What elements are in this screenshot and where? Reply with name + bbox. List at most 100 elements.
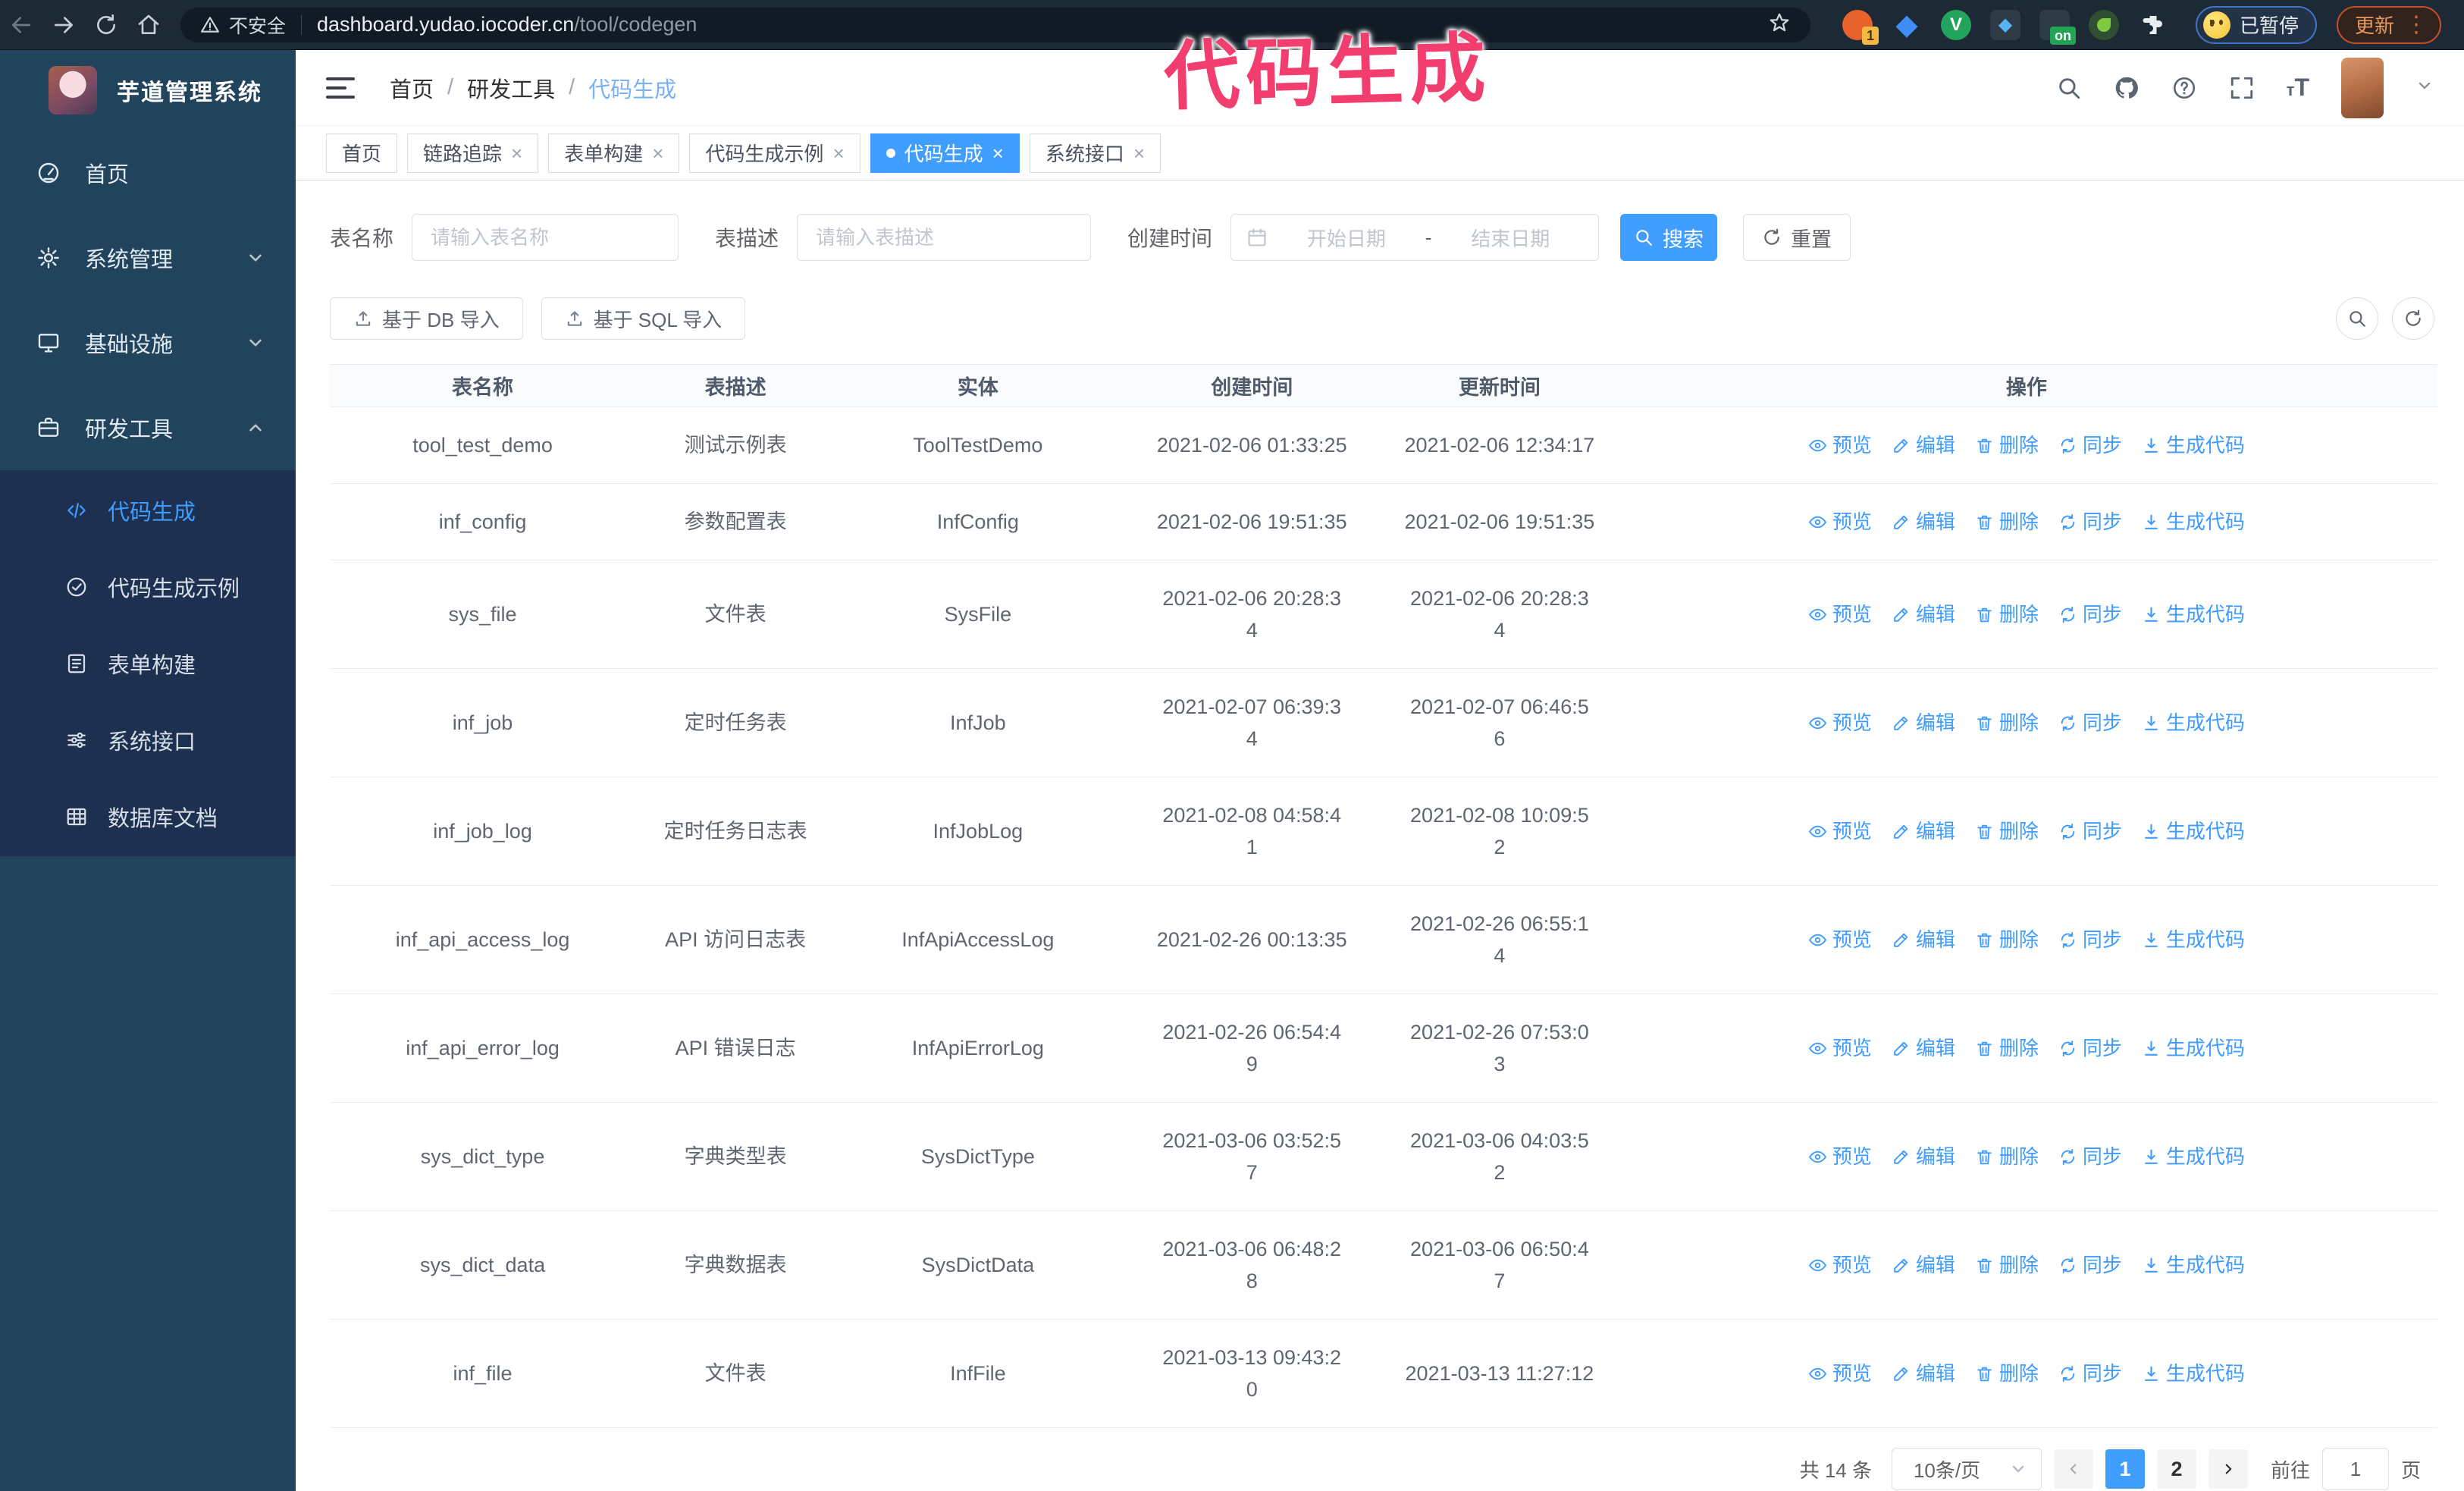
- extension-leaf-icon[interactable]: [2087, 8, 2121, 42]
- sidebar-item-system-management[interactable]: 系统管理: [0, 215, 296, 300]
- extension-orange-icon[interactable]: 1: [1841, 8, 1879, 45]
- goto-page-input[interactable]: [2321, 1448, 2389, 1490]
- close-icon[interactable]: ×: [832, 143, 844, 163]
- sidebar-item-form-builder[interactable]: 表单构建: [0, 625, 296, 702]
- sidebar-item-database-doc[interactable]: 数据库文档: [0, 778, 296, 855]
- table-name-input[interactable]: [412, 214, 679, 261]
- bookmark-star-icon[interactable]: [1768, 11, 1791, 38]
- breadcrumb-home[interactable]: 首页: [390, 72, 434, 104]
- generate-code-link[interactable]: 生成代码: [2142, 1141, 2245, 1172]
- tab-tracing[interactable]: 链路追踪 ×: [407, 133, 539, 173]
- sidebar-item-code-generation[interactable]: 代码生成: [0, 472, 296, 548]
- db-import-button[interactable]: 基于 DB 导入: [330, 297, 523, 340]
- search-icon[interactable]: [2056, 75, 2082, 101]
- browser-back-button[interactable]: [0, 4, 42, 46]
- delete-link[interactable]: 删除: [1975, 707, 2039, 739]
- sync-link[interactable]: 同步: [2058, 924, 2122, 956]
- browser-home-button[interactable]: [127, 4, 170, 46]
- preview-link[interactable]: 预览: [1808, 707, 1872, 739]
- preview-link[interactable]: 预览: [1808, 506, 1872, 538]
- start-date-placeholder[interactable]: 开始日期: [1274, 224, 1419, 252]
- edit-link[interactable]: 编辑: [1892, 429, 1955, 461]
- preview-link[interactable]: 预览: [1808, 1358, 1872, 1389]
- edit-link[interactable]: 编辑: [1892, 815, 1955, 847]
- delete-link[interactable]: 删除: [1975, 924, 2039, 956]
- extension-green-check-icon[interactable]: V: [1939, 8, 1973, 42]
- sync-link[interactable]: 同步: [2058, 1358, 2122, 1389]
- page-size-select[interactable]: 10条/页: [1891, 1448, 2042, 1490]
- tab-home[interactable]: 首页×: [326, 133, 398, 173]
- delete-link[interactable]: 删除: [1975, 815, 2039, 847]
- extension-gem-icon[interactable]: ◆: [1890, 8, 1923, 42]
- close-icon[interactable]: ×: [1133, 143, 1145, 163]
- generate-code-link[interactable]: 生成代码: [2142, 429, 2245, 461]
- delete-link[interactable]: 删除: [1975, 429, 2039, 461]
- fullscreen-icon[interactable]: [2229, 75, 2255, 101]
- generate-code-link[interactable]: 生成代码: [2142, 1032, 2245, 1064]
- refresh-table-button[interactable]: [2392, 297, 2434, 340]
- generate-code-link[interactable]: 生成代码: [2142, 707, 2245, 739]
- generate-code-link[interactable]: 生成代码: [2142, 506, 2245, 538]
- extension-grid-icon[interactable]: ◆: [1989, 8, 2022, 42]
- sidebar-item-system-api[interactable]: 系统接口: [0, 702, 296, 778]
- edit-link[interactable]: 编辑: [1892, 707, 1955, 739]
- reset-button[interactable]: 重置: [1743, 214, 1851, 261]
- sync-link[interactable]: 同步: [2058, 429, 2122, 461]
- text-size-icon[interactable]: тT: [2287, 74, 2309, 102]
- end-date-placeholder[interactable]: 结束日期: [1437, 224, 1583, 252]
- toggle-search-button[interactable]: [2336, 297, 2378, 340]
- next-page-button[interactable]: [2208, 1449, 2248, 1489]
- generate-code-link[interactable]: 生成代码: [2142, 1358, 2245, 1389]
- sync-link[interactable]: 同步: [2058, 506, 2122, 538]
- github-icon[interactable]: [2114, 75, 2140, 101]
- browser-forward-button[interactable]: [42, 4, 85, 46]
- preview-link[interactable]: 预览: [1808, 598, 1872, 630]
- sync-link[interactable]: 同步: [2058, 707, 2122, 739]
- help-icon[interactable]: [2171, 75, 2197, 101]
- extension-switch-icon[interactable]: on: [2038, 8, 2076, 45]
- tab-form-builder[interactable]: 表单构建 ×: [548, 133, 680, 173]
- edit-link[interactable]: 编辑: [1892, 1358, 1955, 1389]
- close-icon[interactable]: ×: [992, 143, 1004, 163]
- sql-import-button[interactable]: 基于 SQL 导入: [541, 297, 746, 340]
- date-range-picker[interactable]: 开始日期 - 结束日期: [1230, 214, 1600, 261]
- sync-link[interactable]: 同步: [2058, 815, 2122, 847]
- browser-profile-badge[interactable]: 已暂停: [2196, 5, 2318, 44]
- generate-code-link[interactable]: 生成代码: [2142, 1249, 2245, 1281]
- preview-link[interactable]: 预览: [1808, 1141, 1872, 1172]
- sidebar-item-codegen-example[interactable]: 代码生成示例: [0, 548, 296, 625]
- delete-link[interactable]: 删除: [1975, 1358, 2039, 1389]
- sync-link[interactable]: 同步: [2058, 1141, 2122, 1172]
- preview-link[interactable]: 预览: [1808, 1032, 1872, 1064]
- edit-link[interactable]: 编辑: [1892, 598, 1955, 630]
- sidebar-item-infrastructure[interactable]: 基础设施: [0, 300, 296, 385]
- sidebar-collapse-icon[interactable]: [326, 77, 355, 99]
- tab-codegen-example[interactable]: 代码生成示例 ×: [689, 133, 861, 173]
- sync-link[interactable]: 同步: [2058, 1249, 2122, 1281]
- table-desc-input[interactable]: [797, 214, 1092, 261]
- prev-page-button[interactable]: [2053, 1449, 2093, 1489]
- delete-link[interactable]: 删除: [1975, 1032, 2039, 1064]
- preview-link[interactable]: 预览: [1808, 1249, 1872, 1281]
- close-icon[interactable]: ×: [652, 143, 663, 163]
- sidebar-item-home[interactable]: 首页: [0, 130, 296, 215]
- user-avatar[interactable]: [2341, 57, 2384, 118]
- search-button[interactable]: 搜索: [1620, 214, 1718, 261]
- delete-link[interactable]: 删除: [1975, 598, 2039, 630]
- browser-update-button[interactable]: 更新 ⋮: [2337, 5, 2442, 44]
- generate-code-link[interactable]: 生成代码: [2142, 815, 2245, 847]
- edit-link[interactable]: 编辑: [1892, 924, 1955, 956]
- edit-link[interactable]: 编辑: [1892, 1032, 1955, 1064]
- close-icon[interactable]: ×: [511, 143, 522, 163]
- delete-link[interactable]: 删除: [1975, 1141, 2039, 1172]
- tab-code-generation[interactable]: 代码生成 ×: [870, 133, 1020, 173]
- page-1-button[interactable]: 1: [2105, 1449, 2145, 1489]
- preview-link[interactable]: 预览: [1808, 924, 1872, 956]
- delete-link[interactable]: 删除: [1975, 1249, 2039, 1281]
- avatar-caret-down-icon[interactable]: [2415, 77, 2434, 99]
- sync-link[interactable]: 同步: [2058, 1032, 2122, 1064]
- edit-link[interactable]: 编辑: [1892, 506, 1955, 538]
- app-logo-row[interactable]: 芋道管理系统: [0, 50, 296, 130]
- tab-system-api[interactable]: 系统接口 ×: [1029, 133, 1161, 173]
- browser-menu-kebab-icon[interactable]: ⋮: [2405, 11, 2428, 38]
